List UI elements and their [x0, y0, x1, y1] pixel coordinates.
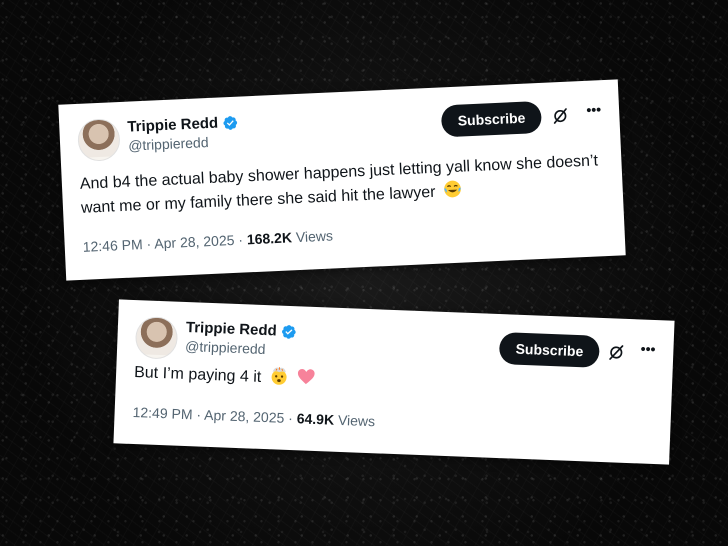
pink-heart-icon [298, 368, 315, 385]
tweet-card: Trippie Redd @trippieredd Subscribe ••• … [58, 79, 626, 281]
display-name[interactable]: Trippie Redd [127, 115, 219, 136]
tweet-card: Trippie Redd @trippieredd Subscribe ••• … [113, 299, 675, 465]
tweet-time[interactable]: 12:49 PM [132, 404, 193, 422]
meta-separator: · [196, 406, 202, 423]
display-name-row: Trippie Redd [127, 114, 239, 136]
verified-badge-icon [281, 324, 296, 339]
author-info: Trippie Redd @trippieredd [127, 114, 239, 154]
author-info: Trippie Redd @trippieredd [185, 319, 297, 358]
more-icon[interactable]: ••• [640, 340, 655, 357]
face-with-tears-of-joy-icon [444, 180, 462, 198]
meta-separator: · [237, 231, 244, 248]
verified-badge-icon [223, 115, 237, 130]
views-count[interactable]: 64.9K [296, 410, 334, 427]
tweet-meta: 12:49 PM · Apr 28, 2025 · 64.9K Views [132, 404, 375, 429]
views-count[interactable]: 168.2K [246, 229, 292, 247]
display-name[interactable]: Trippie Redd [186, 319, 277, 339]
grok-icon[interactable] [551, 107, 570, 126]
grok-icon[interactable] [607, 343, 626, 362]
meta-separator: · [146, 235, 152, 252]
tweet-date[interactable]: Apr 28, 2025 [204, 407, 285, 426]
avatar[interactable] [77, 118, 121, 162]
views-label: Views [337, 411, 376, 430]
author-handle[interactable]: @trippieredd [128, 133, 239, 154]
meta-separator: · [287, 409, 294, 427]
more-icon[interactable]: ••• [586, 101, 601, 118]
tweet-time[interactable]: 12:46 PM [82, 236, 143, 255]
subscribe-button[interactable]: Subscribe [441, 100, 543, 138]
tweet-date[interactable]: Apr 28, 2025 [154, 232, 235, 252]
avatar-shirt-graphic [135, 354, 176, 359]
author-handle[interactable]: @trippieredd [185, 338, 296, 358]
display-name-row: Trippie Redd [186, 319, 297, 340]
tweet-body: But I’m paying 4 it [133, 364, 262, 386]
subscribe-button[interactable]: Subscribe [499, 332, 600, 368]
exploding-head-icon [271, 367, 287, 385]
avatar[interactable] [134, 316, 179, 360]
tweet-meta: 12:46 PM · Apr 28, 2025 · 168.2K Views [82, 227, 333, 254]
avatar-shirt-graphic [79, 156, 120, 161]
views-label: Views [295, 227, 334, 246]
